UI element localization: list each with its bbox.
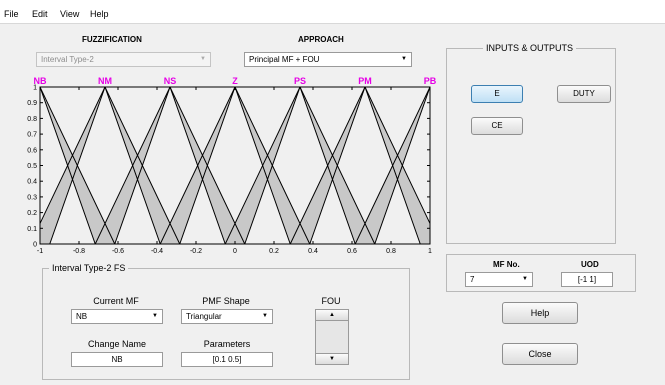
x-tick-label: -0.8 [73, 248, 85, 255]
uod-label: UOD [581, 260, 599, 269]
fou-band-z [160, 87, 310, 244]
x-tick-label: 0 [233, 248, 237, 255]
close-button[interactable]: Close [502, 343, 578, 365]
chevron-up-icon[interactable]: ▲ [316, 310, 348, 321]
y-tick-label: 0.9 [27, 100, 37, 107]
x-tick-label: 0.6 [347, 248, 357, 255]
fou-label: FOU [321, 296, 341, 306]
fou-band-nm [40, 87, 180, 244]
mf-no-label: MF No. [493, 260, 520, 269]
x-tick-label: 1 [428, 248, 432, 255]
fou-band-ps [225, 87, 375, 244]
inputs-outputs-title: INPUTS & OUTPUTS [483, 43, 577, 53]
change-name-label: Change Name [87, 339, 147, 349]
lower-mf-line-z [179, 87, 291, 244]
pmf-shape-label: PMF Shape [202, 296, 250, 306]
x-tick-label: 0.8 [386, 248, 396, 255]
chevron-down-icon[interactable]: ▼ [316, 353, 348, 364]
mf-label-nb: NB [34, 76, 47, 86]
fou-slider[interactable]: ▲ ▼ [315, 309, 349, 365]
mf-labels: NB NM NS Z PS PM PB [34, 76, 437, 86]
current-mf-select[interactable]: NB ▼ [71, 309, 163, 324]
mf-no-uod-panel: MF No. UOD 7 ▼ [-1 1] [446, 254, 636, 292]
y-tick-label: 0.1 [27, 226, 37, 233]
lower-mf-line-ns [114, 87, 226, 244]
chevron-down-icon: ▼ [262, 313, 268, 319]
mf-label-ps: PS [294, 76, 306, 86]
change-name-field[interactable]: NB [71, 352, 163, 367]
mf-label-pb: PB [424, 76, 437, 86]
current-mf-label: Current MF [93, 296, 139, 306]
mf-label-nm: NM [98, 76, 112, 86]
interval-type2-fs-panel: Interval Type-2 FS Current MF NB ▼ PMF S… [42, 263, 410, 380]
mf-label-pm: PM [358, 76, 372, 86]
pmf-shape-select[interactable]: Triangular ▼ [181, 309, 273, 324]
x-tick-label: 0.2 [269, 248, 279, 255]
y-tick-label: 0.8 [27, 116, 37, 123]
y-tick-label: 0.6 [27, 147, 37, 154]
uod-field[interactable]: [-1 1] [561, 272, 613, 287]
duty-button[interactable]: DUTY [557, 85, 611, 103]
e-button[interactable]: E [471, 85, 523, 103]
y-tick-label: 0.3 [27, 194, 37, 201]
chevron-down-icon: ▼ [152, 313, 158, 319]
current-mf-value: NB [76, 312, 88, 321]
y-tick-label: 0 [33, 242, 37, 249]
inputs-outputs-panel: INPUTS & OUTPUTS E DUTY CE [446, 43, 616, 244]
parameters-field[interactable]: [0.1 0.5] [181, 352, 273, 367]
lower-mf-line-pm [309, 87, 421, 244]
x-tick-label: -1 [37, 248, 43, 255]
mf-no-select[interactable]: 7 ▼ [465, 272, 533, 287]
fou-band-ns [95, 87, 245, 244]
mf-label-z: Z [232, 76, 238, 86]
x-tick-label: 0.4 [308, 248, 318, 255]
parameters-label: Parameters [203, 339, 251, 349]
fou-bands [40, 87, 430, 244]
y-tick-label: 0.4 [27, 179, 37, 186]
lower-mf-line-nm [49, 87, 161, 244]
y-tick-label: 0.7 [27, 132, 37, 139]
help-button[interactable]: Help [502, 302, 578, 324]
lower-mf-line-ps [244, 87, 356, 244]
fou-band-pm [290, 87, 430, 244]
it2fs-title: Interval Type-2 FS [49, 263, 129, 273]
y-tick-label: 0.5 [27, 163, 37, 170]
x-tick-label: -0.6 [112, 248, 124, 255]
ce-button[interactable]: CE [471, 117, 523, 135]
y-tick-label: 0.2 [27, 210, 37, 217]
pmf-shape-value: Triangular [186, 312, 222, 321]
mf-label-ns: NS [164, 76, 177, 86]
mf-no-value: 7 [470, 275, 475, 284]
chevron-down-icon: ▼ [522, 276, 528, 282]
x-tick-label: -0.2 [190, 248, 202, 255]
membership-function-plot: -1 -0.8 -0.6 -0.4 -0.2 0 0.2 0.4 0.6 0.8 1 0 0.1 0.2 0… [27, 76, 437, 255]
x-tick-label: -0.4 [151, 248, 163, 255]
